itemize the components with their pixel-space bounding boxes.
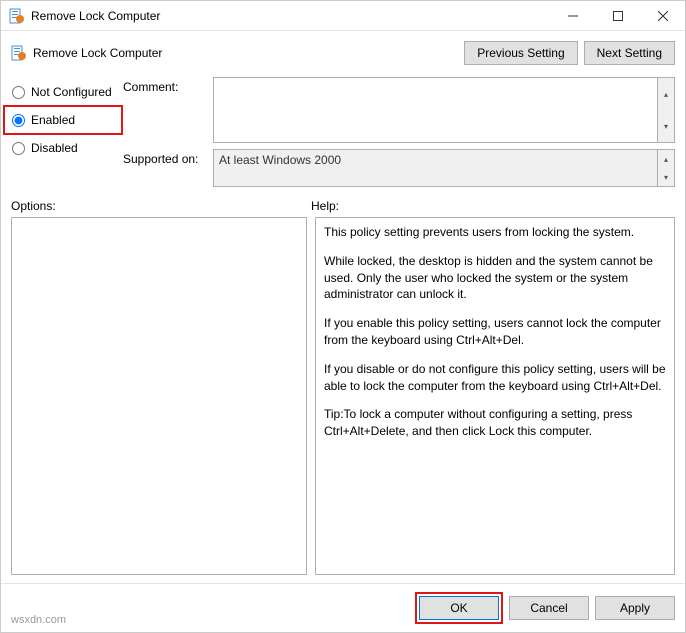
help-paragraph: If you enable this policy setting, users… xyxy=(324,315,666,349)
help-section-label: Help: xyxy=(311,199,339,213)
radio-not-configured-input[interactable] xyxy=(12,86,25,99)
policy-icon xyxy=(9,8,25,24)
close-button[interactable] xyxy=(640,1,685,30)
options-section-label: Options: xyxy=(11,199,311,213)
options-pane[interactable] xyxy=(11,217,307,575)
state-radios: Not Configured Enabled Disabled xyxy=(11,77,123,187)
comment-row: Comment: ▴ ▾ xyxy=(123,77,675,143)
policy-editor-window: Remove Lock Computer Remove Lock Compute… xyxy=(0,0,686,633)
policy-header-icon xyxy=(11,45,27,61)
supported-scroll: ▴ ▾ xyxy=(658,149,675,187)
minimize-button[interactable] xyxy=(550,1,595,30)
radio-disabled-label: Disabled xyxy=(31,141,78,155)
radio-not-configured-label: Not Configured xyxy=(31,85,112,99)
titlebar: Remove Lock Computer xyxy=(1,1,685,31)
help-paragraph: Tip:To lock a computer without configuri… xyxy=(324,406,666,440)
radio-disabled-input[interactable] xyxy=(12,142,25,155)
help-paragraph: If you disable or do not configure this … xyxy=(324,361,666,395)
help-paragraph: This policy setting prevents users from … xyxy=(324,224,666,241)
window-controls xyxy=(550,1,685,30)
supported-row: Supported on: At least Windows 2000 ▴ ▾ xyxy=(123,149,675,187)
enabled-highlight: Enabled xyxy=(3,105,123,135)
supported-textarea: At least Windows 2000 xyxy=(213,149,658,187)
spin-up-icon[interactable]: ▴ xyxy=(658,150,674,168)
spin-up-icon[interactable]: ▴ xyxy=(658,78,674,110)
maximize-button[interactable] xyxy=(595,1,640,30)
header-row: Remove Lock Computer Previous Setting Ne… xyxy=(1,31,685,75)
help-pane[interactable]: This policy setting prevents users from … xyxy=(315,217,675,575)
comment-scroll: ▴ ▾ xyxy=(658,77,675,143)
next-setting-button[interactable]: Next Setting xyxy=(584,41,675,65)
spin-down-icon[interactable]: ▾ xyxy=(658,110,674,142)
previous-setting-button[interactable]: Previous Setting xyxy=(464,41,577,65)
window-title: Remove Lock Computer xyxy=(31,9,550,23)
radio-not-configured[interactable]: Not Configured xyxy=(11,79,123,105)
radio-enabled-label: Enabled xyxy=(31,113,75,127)
section-labels: Options: Help: xyxy=(1,195,685,217)
radio-enabled-input[interactable] xyxy=(12,114,25,127)
ok-button[interactable]: OK xyxy=(419,596,499,620)
policy-name: Remove Lock Computer xyxy=(33,46,458,60)
fields-column: Comment: ▴ ▾ Supported on: At least Wind… xyxy=(123,77,675,187)
apply-button[interactable]: Apply xyxy=(595,596,675,620)
comment-label: Comment: xyxy=(123,77,213,94)
help-paragraph: While locked, the desktop is hidden and … xyxy=(324,253,666,303)
radio-disabled[interactable]: Disabled xyxy=(11,135,123,161)
supported-label: Supported on: xyxy=(123,149,213,166)
spin-down-icon[interactable]: ▾ xyxy=(658,168,674,186)
footer: wsxdn.com OK Cancel Apply xyxy=(1,583,685,632)
watermark-text: wsxdn.com xyxy=(11,614,66,626)
cancel-button[interactable]: Cancel xyxy=(509,596,589,620)
config-area: Not Configured Enabled Disabled Comment: xyxy=(1,75,685,195)
radio-enabled[interactable]: Enabled xyxy=(11,107,115,133)
panes: This policy setting prevents users from … xyxy=(1,217,685,583)
comment-textarea[interactable] xyxy=(213,77,658,143)
ok-highlight: OK xyxy=(415,592,503,624)
